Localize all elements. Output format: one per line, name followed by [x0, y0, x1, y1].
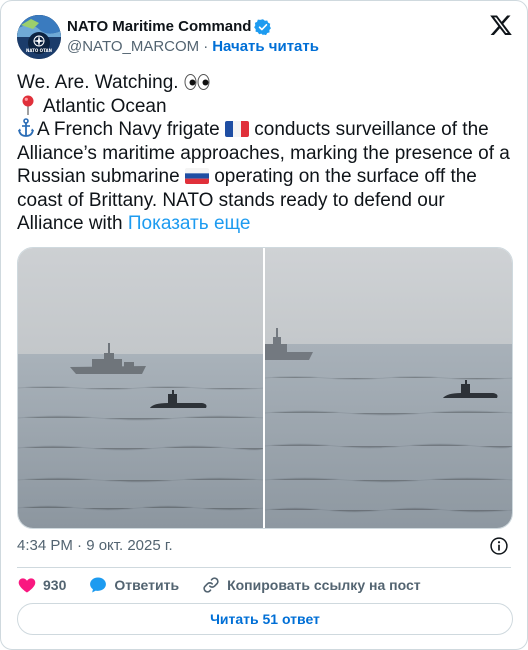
photo-frigate-and-submarine[interactable]	[18, 248, 263, 528]
author-handle[interactable]: @NATO_MARCOM	[67, 37, 199, 57]
tweet-header: NATO OTAN NATO Maritime Command @NATO_MA…	[17, 13, 513, 61]
avatar-text: NATO OTAN	[26, 48, 52, 53]
author-display-name[interactable]: NATO Maritime Command	[67, 17, 251, 37]
media-gallery	[17, 247, 513, 529]
tweet-line-1: We. Are. Watching.	[17, 72, 184, 93]
speech-bubble-icon	[90, 577, 107, 593]
divider	[17, 567, 511, 568]
show-more-link[interactable]: Показать еще	[128, 213, 251, 234]
reply-button[interactable]: Ответить	[88, 575, 179, 595]
name-row: NATO Maritime Command	[67, 17, 319, 37]
round-pushpin-icon	[22, 95, 34, 115]
tweet-line-2: Atlantic Ocean	[43, 95, 167, 117]
photo-submarine-closeup[interactable]	[265, 248, 512, 528]
follow-link[interactable]: Начать читать	[212, 37, 319, 57]
like-count: 930	[43, 577, 67, 593]
action-bar: 930 Ответить Копировать ссылку на пост	[17, 573, 443, 597]
read-replies-button[interactable]: Читать 51 ответ	[17, 603, 513, 635]
tweet-timestamp[interactable]: 4:34 PM · 9 окт. 2025 г.	[17, 537, 173, 554]
link-icon	[203, 577, 219, 593]
like-button[interactable]: 930	[17, 575, 66, 595]
info-icon[interactable]	[489, 536, 509, 556]
handle-separator: ·	[203, 38, 209, 55]
sea-photo-right	[265, 248, 512, 528]
sea-photo-left	[18, 248, 263, 528]
handle-row: @NATO_MARCOM · Начать читать	[67, 37, 319, 57]
verified-badge-icon	[254, 19, 272, 36]
avatar[interactable]: NATO OTAN	[17, 15, 61, 59]
copy-link-button[interactable]: Копировать ссылку на пост	[201, 575, 421, 595]
russia-flag-icon	[184, 168, 209, 184]
eyes-emoji-icon	[184, 74, 210, 90]
tweet-text: We. Are. Watching. Atlantic Ocean A Fren…	[17, 71, 515, 236]
heart-icon	[18, 578, 36, 593]
x-logo-icon[interactable]	[489, 13, 513, 37]
tweet-line-3a: A French Navy frigate	[37, 119, 225, 140]
anchor-icon	[18, 118, 34, 137]
copy-link-label: Копировать ссылку на пост	[227, 577, 421, 593]
tweet-card: NATO OTAN NATO Maritime Command @NATO_MA…	[0, 0, 528, 650]
nato-maritime-logo-icon: NATO OTAN	[17, 15, 61, 59]
france-flag-icon	[224, 121, 249, 137]
author-info: NATO Maritime Command @NATO_MARCOM · Нач…	[67, 17, 319, 57]
reply-label: Ответить	[114, 577, 180, 593]
